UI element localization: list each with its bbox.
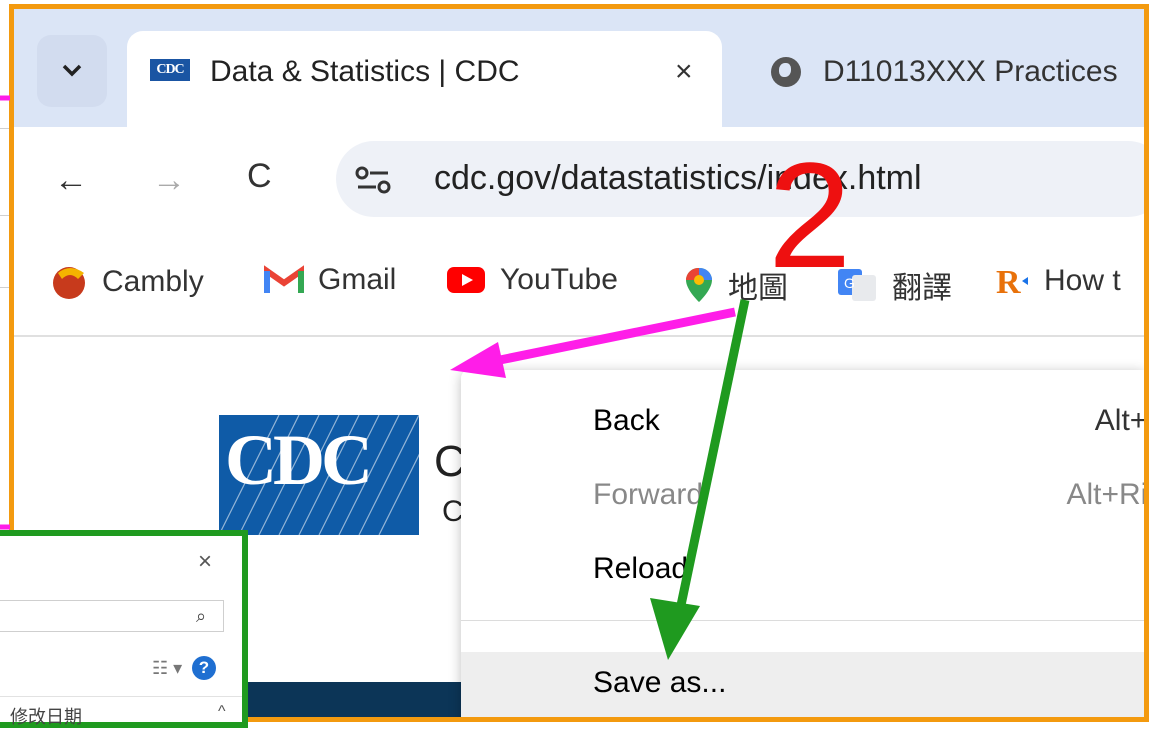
logo-text: CDC (225, 420, 373, 500)
dialog-search-input[interactable]: ⌕ (0, 600, 224, 632)
tab-close-button[interactable]: × (675, 55, 693, 89)
cdc-favicon-icon: CDC (150, 59, 190, 81)
r-icon: R (996, 264, 1028, 299)
search-icon: ⌕ (196, 606, 207, 626)
tab-search-button[interactable] (37, 35, 107, 107)
help-icon[interactable]: ? (192, 656, 216, 680)
reload-button[interactable]: C (247, 157, 272, 196)
address-bar[interactable]: cdc.gov/datastatistics/index.html (336, 141, 1144, 217)
menu-shortcut: Alt+Rig (1066, 478, 1148, 511)
bookmark-label: YouTube (500, 263, 618, 296)
bookmark-label: How t (1044, 264, 1121, 297)
menu-label: Reload (593, 552, 689, 585)
scroll-up-icon[interactable]: ^ (218, 703, 226, 721)
step-number-annotation: 2 (768, 131, 852, 299)
globe-icon (771, 57, 801, 87)
cdc-logo[interactable]: CDC (219, 415, 419, 535)
context-menu: Back Alt+L Forward Alt+Rig Reload Save a… (461, 370, 1144, 717)
menu-item-save-as[interactable]: Save as... (461, 652, 1144, 717)
menu-divider (461, 620, 1144, 621)
maps-pin-icon (686, 268, 712, 302)
menu-label: Save as... (593, 666, 727, 699)
bookmark-how[interactable]: R How t (996, 263, 1121, 299)
bookmark-cambly[interactable]: Cambly (50, 263, 204, 301)
cambly-icon (53, 267, 85, 299)
bookmark-youtube[interactable]: YouTube (446, 263, 618, 297)
tab-title: Data & Statistics | CDC (210, 55, 520, 88)
menu-item-forward[interactable]: Forward Alt+Rig (461, 464, 1144, 530)
gmail-icon (264, 265, 304, 293)
chevron-down-icon (62, 64, 82, 77)
view-options-icon[interactable]: ☷ ▾ (152, 658, 182, 679)
site-info-icon (355, 166, 391, 194)
browser-toolbar: ← → C cdc.gov/datastatistics/index.html (14, 127, 1144, 227)
menu-item-back[interactable]: Back Alt+L (461, 390, 1144, 456)
bookmark-label: Gmail (318, 263, 397, 296)
tab-inactive[interactable]: D11013XXX Practices (771, 31, 1144, 105)
bookmark-label: 翻譯 (892, 272, 952, 305)
back-button[interactable]: ← (54, 161, 88, 200)
tab-active[interactable]: CDC Data & Statistics | CDC × (127, 31, 722, 131)
svg-text:R: R (996, 264, 1021, 299)
youtube-icon (447, 267, 485, 293)
bookmark-gmail[interactable]: Gmail (264, 263, 396, 297)
menu-label: Forward (593, 478, 704, 511)
bookmark-translate[interactable]: G 翻譯 (836, 263, 952, 307)
tab-strip: CDC Data & Statistics | CDC × D11013XXX … (14, 9, 1144, 131)
bookmark-label: Cambly (102, 265, 204, 298)
menu-item-reload[interactable]: Reload (461, 538, 1144, 604)
forward-button[interactable]: → (152, 161, 186, 200)
column-header-date[interactable]: 修改日期 (10, 703, 82, 729)
menu-shortcut: Alt+L (1094, 404, 1148, 437)
dialog-close-button[interactable]: × (198, 548, 212, 576)
column-header-row: 修改日期 ^ (0, 696, 242, 731)
menu-label: Back (593, 404, 660, 437)
save-dialog: × ⌕ ☷ ▾ ? 修改日期 ^ (0, 530, 248, 728)
bookmarks-bar: Cambly Gmail YouTube 地圖 G 翻譯 R How t (14, 227, 1144, 337)
tab-title: D11013XXX Practices (823, 55, 1118, 88)
